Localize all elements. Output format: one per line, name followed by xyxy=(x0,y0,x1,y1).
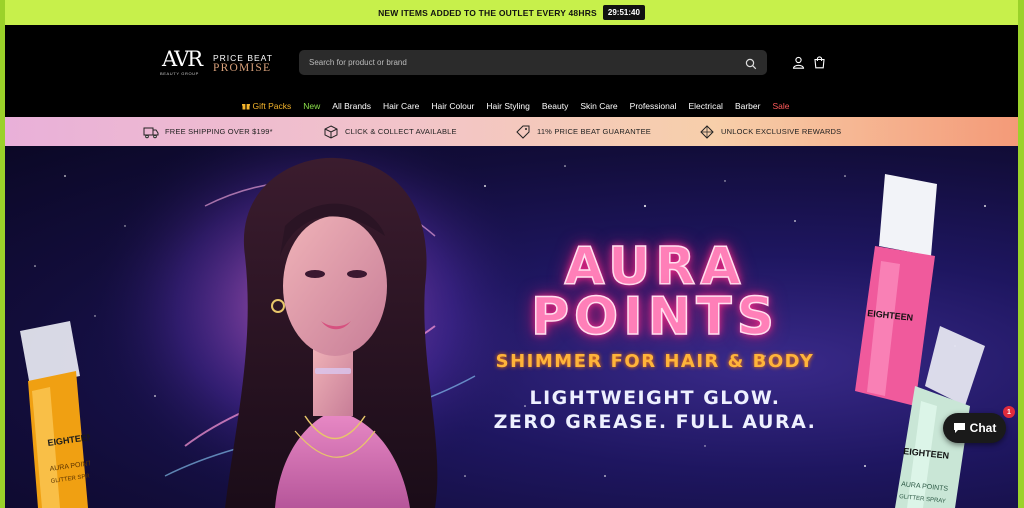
truck-icon xyxy=(143,127,159,138)
logo-tagline-1: PRICE BEAT xyxy=(213,52,273,63)
cart-icon[interactable] xyxy=(813,56,826,69)
logo-tagline-2: PROMISE xyxy=(213,62,272,74)
product-bottle-gold: EIGHTEEN AURA POINTS GLITTER SPRAY xyxy=(20,321,90,508)
hero-tagline-2: ZERO GREASE. FULL AURA. xyxy=(493,411,817,433)
nav-item-new[interactable]: New xyxy=(303,101,320,111)
logo-tagline: PRICE BEAT PROMISE xyxy=(213,52,273,75)
site-header: AVR BEAUTY GROUP PRICE BEAT PROMISE Sear… xyxy=(5,25,1018,117)
usp-click-collect[interactable]: CLICK & COLLECT AVAILABLE xyxy=(323,117,457,146)
nav-item-professional[interactable]: Professional xyxy=(630,101,677,111)
header-icons xyxy=(792,56,826,69)
hero-title-line-2: POINTS xyxy=(530,287,780,347)
usp-price-beat[interactable]: 11% PRICE BEAT GUARANTEE xyxy=(515,117,651,146)
nav-item-barber[interactable]: Barber xyxy=(735,101,761,111)
hero-title-line-1: AURA xyxy=(564,237,746,297)
nav-item-hair-care[interactable]: Hair Care xyxy=(383,101,419,111)
usp-free-shipping[interactable]: FREE SHIPPING OVER $199* xyxy=(143,117,273,146)
diamond-icon xyxy=(700,124,714,139)
announcement-text: NEW ITEMS ADDED TO THE OUTLET EVERY 48HR… xyxy=(378,7,597,18)
hero-subtitle: SHIMMER FOR HAIR & BODY xyxy=(495,351,815,372)
nav-item-electrical[interactable]: Electrical xyxy=(688,101,722,111)
chat-label: Chat xyxy=(969,421,997,435)
page-frame: NEW ITEMS ADDED TO THE OUTLET EVERY 48HR… xyxy=(5,0,1018,508)
nav-item-hair-styling[interactable]: Hair Styling xyxy=(486,101,529,111)
hero-tagline-1: LIGHTWEIGHT GLOW. xyxy=(529,387,781,409)
nav-item-all-brands[interactable]: All Brands xyxy=(332,101,371,111)
account-icon[interactable] xyxy=(792,56,805,69)
box-icon xyxy=(324,124,338,139)
usp-label: CLICK & COLLECT AVAILABLE xyxy=(345,127,457,136)
hero-headline: AURA POINTS SHIMMER FOR HAIR & BODY LIGH… xyxy=(465,237,845,434)
nav-item-beauty[interactable]: Beauty xyxy=(542,101,568,111)
search-icon[interactable] xyxy=(745,57,757,69)
search-input[interactable] xyxy=(309,58,745,67)
main-nav: Gift Packs New All Brands Hair Care Hair… xyxy=(5,101,1018,111)
logo-mark-text: AVR xyxy=(162,47,203,71)
usp-strip: FREE SHIPPING OVER $199* CLICK & COLLECT… xyxy=(5,117,1018,146)
model-image xyxy=(225,157,438,508)
usp-label: UNLOCK EXCLUSIVE REWARDS xyxy=(721,127,842,136)
chat-bubble-icon xyxy=(953,423,965,433)
nav-item-label: Gift Packs xyxy=(252,101,292,111)
tag-icon xyxy=(516,125,530,139)
announcement-bar: NEW ITEMS ADDED TO THE OUTLET EVERY 48HR… xyxy=(5,0,1018,25)
search-bar xyxy=(299,50,767,75)
usp-rewards[interactable]: UNLOCK EXCLUSIVE REWARDS xyxy=(699,117,841,146)
nav-item-skin-care[interactable]: Skin Care xyxy=(580,101,617,111)
logo-sub-text: BEAUTY GROUP xyxy=(160,71,199,76)
nav-item-hair-colour[interactable]: Hair Colour xyxy=(431,101,474,111)
chat-notification-badge: 1 xyxy=(1003,406,1015,418)
chat-button[interactable]: Chat xyxy=(943,413,1006,443)
logo-mark: AVR BEAUTY GROUP xyxy=(160,47,205,79)
usp-label: FREE SHIPPING OVER $199* xyxy=(165,127,273,136)
usp-label: 11% PRICE BEAT GUARANTEE xyxy=(537,127,651,136)
nav-item-sale[interactable]: Sale xyxy=(772,101,789,111)
nav-item-gift-packs[interactable]: Gift Packs xyxy=(241,101,292,111)
countdown-timer: 29:51:40 xyxy=(602,5,645,20)
gift-icon xyxy=(241,102,250,110)
logo[interactable]: AVR BEAUTY GROUP PRICE BEAT PROMISE xyxy=(160,47,280,79)
hero-banner[interactable]: AURA POINTS SHIMMER FOR HAIR & BODY LIGH… xyxy=(5,146,1018,508)
